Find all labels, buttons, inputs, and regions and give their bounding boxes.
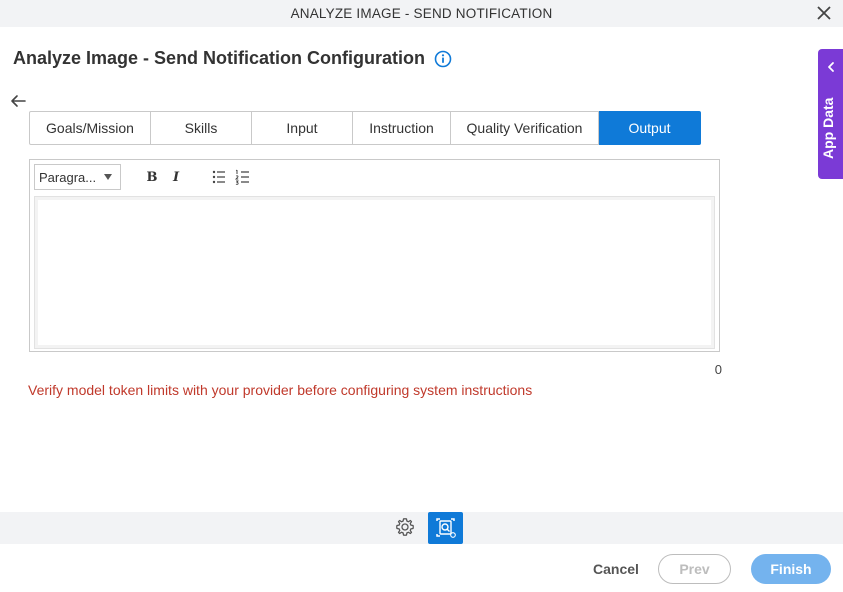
- editor-content-area[interactable]: [38, 200, 711, 345]
- arrow-left-icon[interactable]: [9, 92, 27, 110]
- cancel-button[interactable]: Cancel: [588, 558, 644, 580]
- bold-label: B: [146, 169, 158, 185]
- italic-button[interactable]: I: [166, 167, 186, 187]
- tab-label: Input: [286, 120, 318, 136]
- editor-toolbar: Paragra... B I: [34, 164, 715, 192]
- app-data-panel-toggle[interactable]: App Data: [818, 49, 843, 179]
- bold-button[interactable]: B: [142, 167, 162, 187]
- image-analysis-icon: [436, 518, 456, 538]
- image-analysis-button[interactable]: [428, 512, 463, 544]
- paragraph-format-value: Paragra...: [39, 169, 97, 185]
- tab-instruction[interactable]: Instruction: [353, 111, 451, 145]
- tab-label: Output: [628, 120, 671, 136]
- finish-label: Finish: [770, 561, 812, 577]
- tab-label: Goals/Mission: [46, 120, 134, 136]
- caret-down-icon: [104, 174, 112, 180]
- tab-label: Quality Verification: [466, 120, 583, 136]
- numbered-list-icon[interactable]: [233, 167, 253, 187]
- editor-body-frame: [34, 196, 715, 349]
- window-titlebar: ANALYZE IMAGE - SEND NOTIFICATION: [0, 0, 843, 27]
- finish-button[interactable]: Finish: [751, 554, 831, 584]
- bulleted-list-icon[interactable]: [209, 167, 229, 187]
- character-count: 0: [714, 362, 722, 377]
- tab-quality-verification[interactable]: Quality Verification: [451, 111, 599, 145]
- tab-input[interactable]: Input: [252, 111, 353, 145]
- tab-goals-mission[interactable]: Goals/Mission: [29, 111, 151, 145]
- page-title: Analyze Image - Send Notification Config…: [13, 48, 426, 68]
- tab-skills[interactable]: Skills: [151, 111, 252, 145]
- paragraph-format-select[interactable]: Paragra...: [34, 164, 121, 190]
- tab-bar: Goals/Mission Skills Input Instruction Q…: [29, 111, 701, 145]
- prev-label: Prev: [679, 561, 710, 577]
- info-icon[interactable]: [434, 50, 452, 68]
- close-icon[interactable]: [815, 4, 833, 22]
- rich-text-editor: Paragra... B I: [29, 159, 720, 352]
- tab-output[interactable]: Output: [599, 111, 701, 145]
- prev-button[interactable]: Prev: [658, 554, 731, 584]
- gear-icon[interactable]: [394, 516, 416, 538]
- bottom-toolbar: [0, 512, 843, 544]
- token-limit-warning: Verify model token limits with your prov…: [28, 382, 533, 398]
- window-title: ANALYZE IMAGE - SEND NOTIFICATION: [290, 6, 553, 21]
- tab-label: Skills: [184, 120, 218, 136]
- tab-label: Instruction: [369, 120, 434, 136]
- page-title-row: Analyze Image - Send Notification Config…: [13, 48, 452, 69]
- italic-label: I: [172, 169, 180, 185]
- app-data-label: App Data: [820, 97, 836, 159]
- chevron-left-icon: [828, 62, 834, 72]
